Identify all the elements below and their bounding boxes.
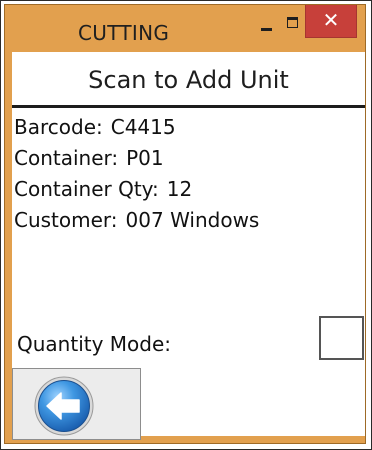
container-value: P01 [126, 146, 164, 170]
container-qty-row: Container Qty: 12 [14, 177, 192, 201]
quantity-mode-label: Quantity Mode: [17, 332, 172, 356]
app-window: CUTTING ✕ Scan to Add Unit Barcode: C4415… [4, 4, 366, 444]
minimize-icon [261, 28, 272, 31]
container-qty-value: 12 [166, 177, 193, 201]
back-arrow-icon [34, 376, 94, 436]
footer-blank-area [148, 368, 365, 436]
barcode-value: C4415 [110, 115, 176, 139]
container-qty-label: Container Qty: [14, 177, 159, 201]
quantity-mode-checkbox[interactable] [319, 316, 364, 360]
customer-row: Customer: 007 Windows [14, 208, 259, 232]
barcode-row: Barcode: C4415 [14, 115, 176, 139]
customer-label: Customer: [14, 208, 118, 232]
title-bar[interactable]: CUTTING ✕ [5, 5, 365, 52]
page-title: Scan to Add Unit [88, 66, 289, 94]
page-header: Scan to Add Unit [12, 52, 365, 108]
customer-value: 007 Windows [125, 208, 260, 232]
close-button[interactable]: ✕ [305, 5, 357, 38]
back-button[interactable] [12, 368, 141, 440]
maximize-button[interactable] [281, 15, 303, 33]
close-icon: ✕ [322, 8, 340, 32]
content-area: Scan to Add Unit Barcode: C4415 Container… [12, 52, 365, 440]
container-row: Container: P01 [14, 146, 164, 170]
barcode-label: Barcode: [14, 115, 103, 139]
container-label: Container: [14, 146, 119, 170]
window-title: CUTTING [78, 21, 170, 45]
maximize-icon [287, 17, 298, 28]
minimize-button[interactable] [256, 20, 278, 34]
